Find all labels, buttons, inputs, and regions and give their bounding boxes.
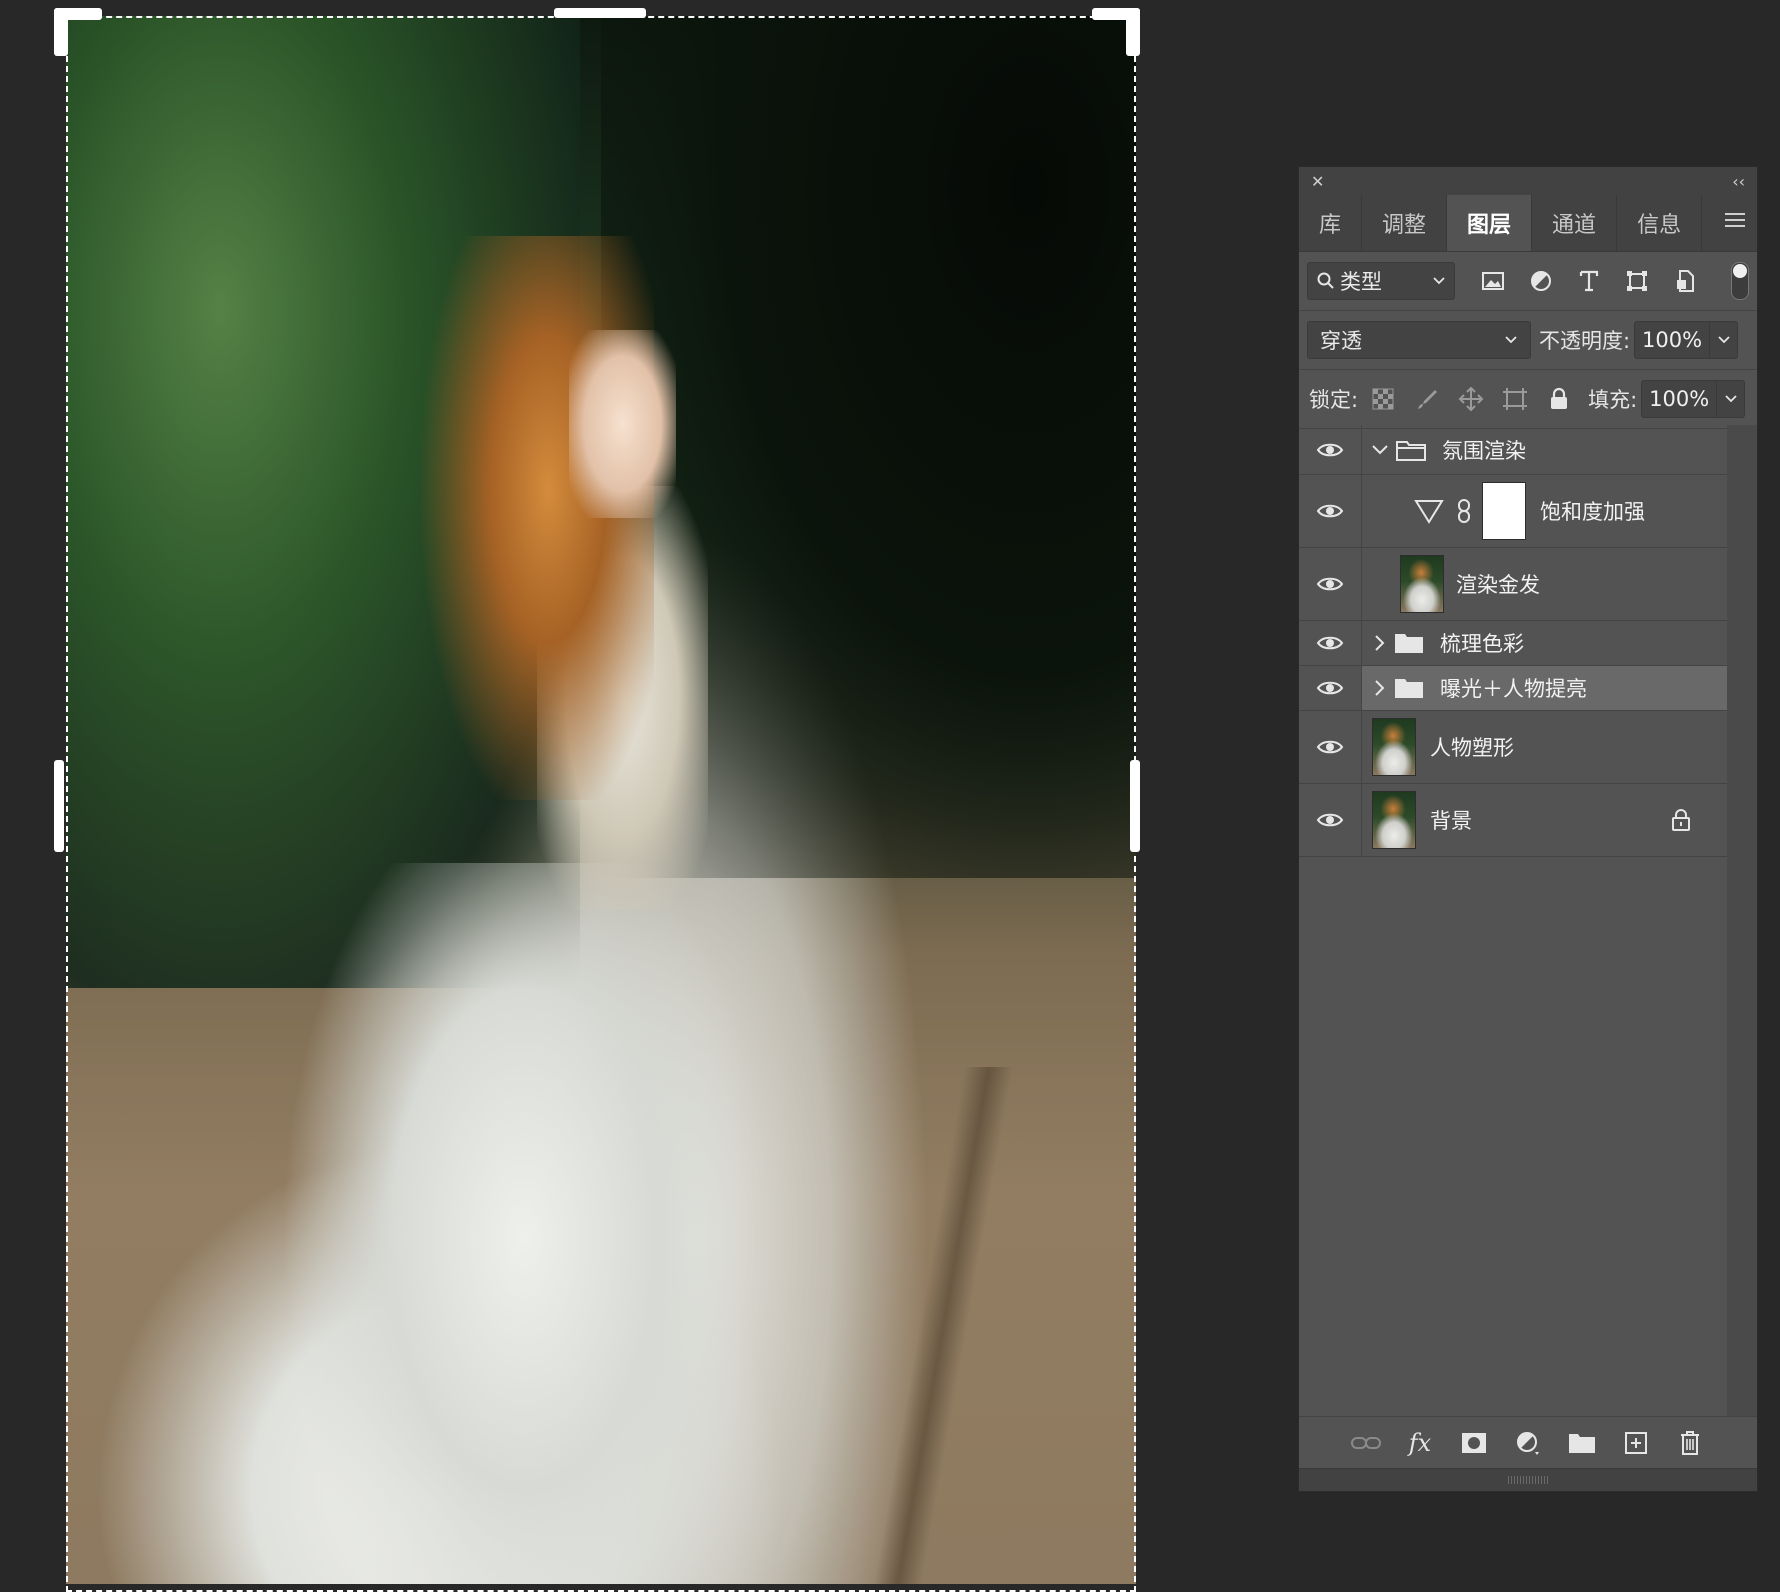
fx-label: fx <box>1408 1429 1432 1457</box>
close-icon[interactable]: ✕ <box>1311 172 1324 191</box>
smart-object-filter-icon[interactable] <box>1669 265 1701 297</box>
lock-position-icon[interactable] <box>1456 384 1486 414</box>
layer-row-group-atmosphere[interactable]: 氛围渲染 <box>1299 425 1727 475</box>
lock-label: 锁定: <box>1309 388 1359 412</box>
layer-name: 渲染金发 <box>1456 573 1540 597</box>
lock-transparent-pixels-icon[interactable] <box>1368 384 1398 414</box>
layer-name: 梳理色彩 <box>1440 632 1524 656</box>
layer-mask-thumbnail[interactable] <box>1482 482 1526 540</box>
layers-scrollbar[interactable] <box>1727 425 1757 1485</box>
blend-mode-select[interactable]: 穿透 <box>1307 321 1531 359</box>
filter-kind-select[interactable]: 类型 <box>1307 262 1455 300</box>
collapse-icon[interactable]: ‹‹ <box>1732 172 1745 191</box>
type-filter-icon[interactable] <box>1573 265 1605 297</box>
folder-icon <box>1395 634 1423 653</box>
lock-image-pixels-icon[interactable] <box>1412 384 1442 414</box>
layer-thumbnail <box>1372 718 1416 776</box>
layer-row-golden-hair[interactable]: 渲染金发 <box>1299 548 1727 621</box>
visibility-eye-icon[interactable] <box>1299 621 1362 665</box>
filter-toggle-switch[interactable] <box>1731 262 1749 300</box>
fill-dropdown-button[interactable] <box>1717 380 1746 418</box>
filter-kind-label: 类型 <box>1340 270 1382 294</box>
visibility-eye-icon[interactable] <box>1299 425 1362 474</box>
layer-name: 曝光＋人物提亮 <box>1440 677 1587 701</box>
chevron-down-icon <box>1725 395 1737 403</box>
add-mask-icon[interactable] <box>1458 1427 1490 1459</box>
layer-name: 人物塑形 <box>1430 736 1514 760</box>
opacity-dropdown-button[interactable] <box>1710 321 1739 359</box>
chevron-down-icon <box>1433 277 1445 285</box>
fill-input[interactable]: 100% <box>1641 380 1718 418</box>
lock-all-icon[interactable] <box>1544 384 1574 414</box>
transform-handle-top-left-h[interactable] <box>54 8 102 20</box>
adjustment-filter-icon[interactable] <box>1525 265 1557 297</box>
link-icon[interactable] <box>1456 498 1472 524</box>
photo-face <box>568 329 676 518</box>
fill-label: 填充: <box>1588 388 1638 412</box>
visibility-eye-icon[interactable] <box>1299 784 1362 856</box>
tab-library[interactable]: 库 <box>1299 195 1363 251</box>
opacity-input[interactable]: 100% <box>1634 321 1711 359</box>
search-icon <box>1317 272 1334 289</box>
lock-artboard-icon[interactable] <box>1500 384 1530 414</box>
transform-handle-top-right-h[interactable] <box>1092 8 1140 20</box>
chevron-right-icon[interactable] <box>1372 678 1386 698</box>
photo-path-rut <box>868 1066 1019 1584</box>
fx-icon[interactable]: fx <box>1404 1427 1436 1459</box>
opacity-label: 不透明度: <box>1539 329 1631 353</box>
layer-thumbnail <box>1400 555 1444 613</box>
layer-name: 背景 <box>1430 809 1472 833</box>
visibility-eye-icon[interactable] <box>1299 475 1362 547</box>
shape-filter-icon[interactable] <box>1621 265 1653 297</box>
transform-handle-top-middle[interactable] <box>554 8 646 18</box>
new-layer-icon[interactable] <box>1620 1427 1652 1459</box>
photo-hair <box>419 235 655 800</box>
canvas-photo <box>66 16 1136 1584</box>
visibility-eye-icon[interactable] <box>1299 548 1362 620</box>
delete-layer-icon[interactable] <box>1674 1427 1706 1459</box>
layer-filter-row: 类型 <box>1299 252 1757 311</box>
layer-row-saturation[interactable]: 饱和度加强 <box>1299 475 1727 548</box>
layer-lock-icon[interactable] <box>1671 809 1691 831</box>
photo-dress <box>258 862 741 1584</box>
chevron-down-icon <box>1717 336 1730 344</box>
new-adjustment-icon[interactable] <box>1512 1427 1544 1459</box>
layer-row-group-color[interactable]: 梳理色彩 <box>1299 621 1727 666</box>
layer-row-background[interactable]: 背景 <box>1299 784 1727 857</box>
lock-row: 锁定: 填充: 100% <box>1299 370 1757 429</box>
layer-thumbnail <box>1372 791 1416 849</box>
image-filter-icon[interactable] <box>1477 265 1509 297</box>
folder-icon <box>1395 679 1423 698</box>
link-layers-icon[interactable] <box>1350 1427 1382 1459</box>
transform-handle-middle-right[interactable] <box>1130 760 1140 852</box>
chevron-down-icon <box>1505 336 1517 344</box>
chevron-right-icon[interactable] <box>1372 633 1386 653</box>
tab-channels[interactable]: 通道 <box>1532 195 1618 251</box>
chevron-down-icon[interactable] <box>1370 443 1390 457</box>
panel-tabs: 库 调整 图层 通道 信息 <box>1299 195 1757 252</box>
layer-row-group-exposure[interactable]: 曝光＋人物提亮 <box>1299 666 1727 711</box>
new-group-icon[interactable] <box>1566 1427 1598 1459</box>
visibility-eye-icon[interactable] <box>1299 711 1362 783</box>
layers-list: 氛围渲染 饱和度加强 渲染金发 梳理色彩 曝光＋人物提亮 人物塑形 背景 <box>1299 425 1727 857</box>
tab-layers[interactable]: 图层 <box>1447 195 1533 251</box>
tab-adjustments[interactable]: 调整 <box>1362 195 1448 251</box>
panel-resize-grip[interactable] <box>1299 1468 1757 1491</box>
tab-info[interactable]: 信息 <box>1617 195 1703 251</box>
transform-handle-middle-left[interactable] <box>54 760 64 852</box>
blend-mode-value: 穿透 <box>1320 329 1362 353</box>
layers-bottom-toolbar: fx <box>1299 1416 1757 1469</box>
layer-name: 饱和度加强 <box>1540 500 1645 524</box>
panel-titlebar: ✕ ‹‹ <box>1299 167 1757 195</box>
layer-name: 氛围渲染 <box>1442 438 1526 463</box>
document-canvas[interactable] <box>54 8 1140 1592</box>
visibility-eye-icon[interactable] <box>1299 666 1362 710</box>
layers-panel: ✕ ‹‹ 库 调整 图层 通道 信息 类型 穿透 不透明度: 100% 锁定: … <box>1298 166 1758 1492</box>
blend-row: 穿透 不透明度: 100% <box>1299 311 1757 370</box>
layer-row-figure-shaping[interactable]: 人物塑形 <box>1299 711 1727 784</box>
vibrance-adjustment-icon <box>1414 500 1444 524</box>
folder-open-icon <box>1396 440 1426 461</box>
panel-menu-icon[interactable] <box>1725 213 1745 229</box>
